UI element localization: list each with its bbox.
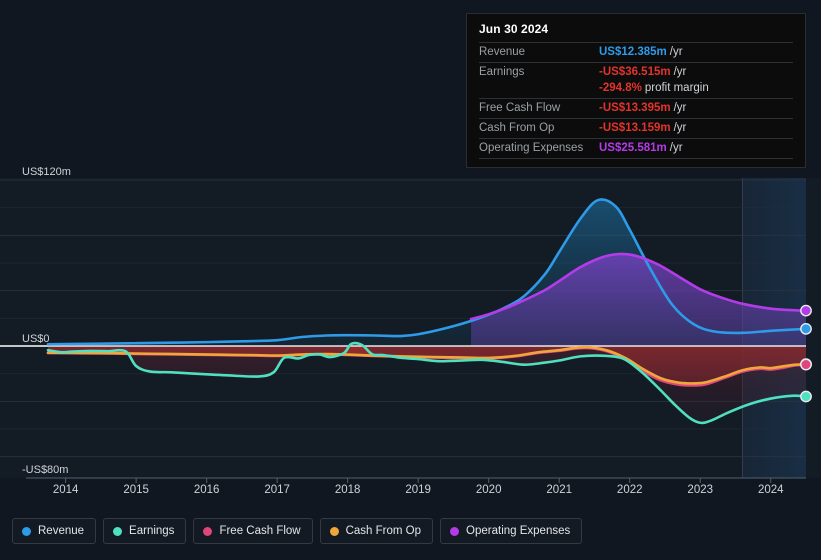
x-axis-label: 2022 — [616, 484, 643, 496]
legend-item-label: Operating Expenses — [466, 525, 571, 537]
tooltip-date: Jun 30 2024 — [479, 22, 549, 36]
chart-legend: Revenue Earnings Free Cash Flow Cash From O… — [12, 518, 583, 544]
legend-item-earnings[interactable]: Earnings — [103, 518, 187, 544]
tooltip-row-label: Earnings — [479, 66, 525, 78]
x-axis-label: 2019 — [405, 484, 431, 496]
endpoint-earnings — [800, 390, 812, 403]
y-axis-label: US$120m — [22, 166, 71, 178]
legend-item-label: Cash From Op — [345, 525, 422, 537]
x-axis-label: 2020 — [475, 484, 502, 496]
x-axis-label: 2015 — [123, 484, 149, 496]
legend-item-revenue[interactable]: Revenue — [12, 518, 97, 544]
x-axis-label: 2023 — [687, 484, 714, 496]
legend-item-label: Free Cash Flow — [219, 525, 301, 537]
tooltip-row: Operating Expenses US$25.581m/yr — [479, 138, 793, 158]
legend-swatch-icon — [22, 526, 31, 536]
tooltip-row-value: US$25.581m — [599, 142, 667, 154]
financial-chart: US$120m US$0 -US$80m 2014 2015 2016 2017 2018 2… — [0, 0, 821, 560]
tooltip-row-label: Revenue — [479, 46, 526, 58]
tooltip-row-label: Cash From Op — [479, 122, 555, 134]
legend-item-label: Revenue — [38, 525, 85, 537]
legend-item-label: Earnings — [129, 525, 175, 537]
tooltip-row-unit: /yr — [669, 46, 683, 58]
tooltip-row: Revenue US$12.385m/yr — [479, 42, 793, 62]
y-axis-label: -US$80m — [22, 464, 69, 476]
legend-swatch-icon — [450, 526, 460, 536]
legend-item-operating-expenses[interactable]: Operating Expenses — [440, 518, 583, 544]
tooltip-row-unit: /yr — [673, 66, 687, 78]
tooltip-footer-rule — [479, 158, 793, 161]
x-axis-label: 2014 — [52, 484, 79, 496]
x-axis-label: 2016 — [193, 484, 220, 496]
tooltip-row: Free Cash Flow -US$13.395m/yr — [479, 98, 793, 118]
endpoint-revenue — [800, 322, 812, 335]
tooltip-row-value: -US$36.515m — [599, 66, 671, 78]
x-axis-label: 2021 — [546, 484, 572, 496]
tooltip-row-value: US$12.385m — [599, 46, 667, 58]
tooltip-row-unit: /yr — [669, 142, 683, 154]
tooltip-row-label: Free Cash Flow — [479, 102, 561, 114]
tooltip-rows: Revenue US$12.385m/yr Earnings -US$36.515m /… — [479, 42, 793, 158]
tooltip-row-value: -294.8% — [599, 82, 642, 94]
tooltip-row-value: -US$13.159m — [599, 122, 671, 134]
tooltip-row: -294.8% profit margin — [479, 82, 793, 98]
tooltip-row: Cash From Op -US$13.159m/yr — [479, 118, 793, 138]
legend-swatch-icon — [113, 526, 123, 536]
tooltip-row-value: -US$13.395m — [599, 102, 671, 114]
endpoint-operating-expenses — [800, 304, 812, 317]
x-axis-label: 2017 — [264, 484, 290, 496]
legend-swatch-icon — [203, 526, 213, 536]
tooltip-row-unit: profit margin — [644, 82, 709, 94]
tooltip-row-label: Operating Expenses — [479, 142, 584, 154]
tooltip-row: Earnings -US$36.515m/yr — [479, 62, 793, 82]
legend-item-cash-from-op[interactable]: Cash From Op — [319, 518, 434, 544]
legend-swatch-icon — [329, 526, 339, 536]
x-axis-label: 2024 — [757, 484, 784, 496]
tooltip-row-unit: /yr — [673, 122, 687, 134]
tooltip-row-unit: /yr — [673, 102, 687, 114]
legend-item-free-cash-flow[interactable]: Free Cash Flow — [193, 518, 313, 544]
y-axis-label: US$0 — [22, 333, 50, 345]
data-tooltip: Jun 30 2024 Revenue US$12.385m/yr Earnings… — [466, 13, 806, 168]
x-axis-label: 2018 — [334, 484, 361, 496]
endpoint-free-cash-flow — [800, 358, 812, 371]
